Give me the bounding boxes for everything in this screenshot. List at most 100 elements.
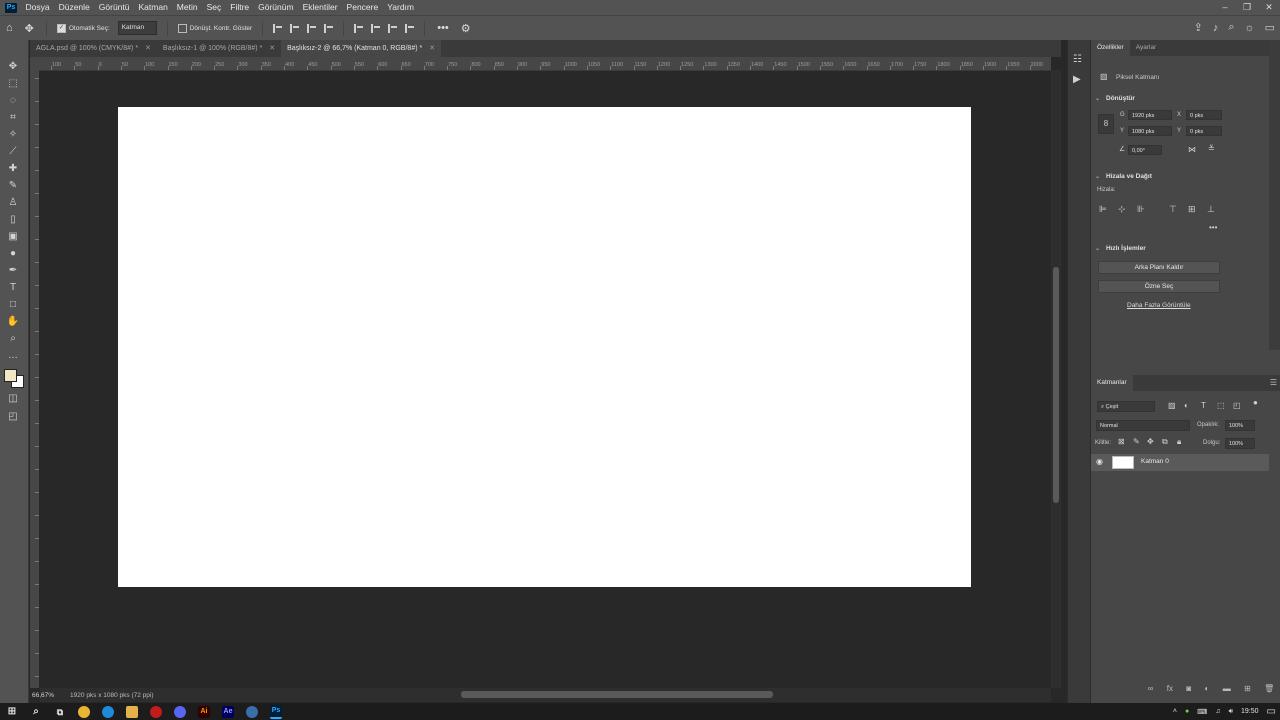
- menu-type[interactable]: Metin: [172, 0, 202, 15]
- panel-menu-icon[interactable]: ☰: [1270, 378, 1277, 387]
- distribute-horizontal-icon[interactable]: [405, 23, 415, 33]
- align-top-icon[interactable]: [354, 23, 364, 33]
- play-action-icon[interactable]: ▶: [1073, 74, 1081, 85]
- notification-icon[interactable]: ▭: [1267, 706, 1276, 717]
- pen-tool-icon[interactable]: ✒: [6, 264, 20, 278]
- zoom-tool-icon[interactable]: ⌕: [6, 332, 20, 346]
- filter-toggle-icon[interactable]: ●: [1253, 398, 1258, 407]
- layer-filter-dropdown[interactable]: ⌕ Çeşit: [1097, 401, 1155, 412]
- move-tool-preset-icon[interactable]: ✥: [25, 22, 34, 35]
- delete-layer-icon[interactable]: 🗑︎: [1264, 684, 1274, 698]
- panel-scrollbar[interactable]: [1269, 40, 1280, 350]
- illustrator-icon[interactable]: Ai: [198, 705, 210, 718]
- chevron-down-icon[interactable]: ⌄: [1095, 245, 1100, 252]
- align-horizontal-center-icon[interactable]: [290, 23, 300, 33]
- gradient-tool-icon[interactable]: ▣: [6, 230, 20, 244]
- fill-field[interactable]: 100%: [1225, 438, 1255, 449]
- flip-horizontal-icon[interactable]: ⋈: [1188, 145, 1196, 154]
- align-horizontal-center-icon[interactable]: ⊹: [1118, 204, 1126, 215]
- bell-icon[interactable]: ♪: [1213, 22, 1219, 34]
- lock-icon[interactable]: 🔒︎: [1177, 437, 1181, 447]
- align-left-icon[interactable]: [273, 23, 283, 33]
- menu-view[interactable]: Görünüm: [254, 0, 298, 15]
- discord-icon[interactable]: [174, 705, 186, 718]
- app-icon[interactable]: [246, 705, 258, 718]
- nvidia-icon[interactable]: ●: [1185, 708, 1189, 715]
- adjustment-filter-icon[interactable]: ◐: [1184, 401, 1189, 410]
- blend-mode-dropdown[interactable]: Normal: [1096, 420, 1190, 431]
- link-icon[interactable]: 8: [1098, 114, 1114, 134]
- remove-background-button[interactable]: Arka Planı Kaldır: [1098, 261, 1220, 274]
- more-tools-icon[interactable]: …: [6, 349, 20, 363]
- smart-object-filter-icon[interactable]: ◰: [1233, 401, 1241, 410]
- hand-tool-icon[interactable]: ✋: [6, 315, 20, 329]
- more-options-icon[interactable]: •••: [437, 22, 449, 34]
- maximize-button[interactable]: ❐: [1236, 0, 1258, 15]
- home-icon[interactable]: ⌂: [6, 22, 13, 34]
- marquee-tool-icon[interactable]: ⬚: [6, 77, 20, 91]
- new-layer-icon[interactable]: ⊞: [1244, 684, 1251, 698]
- history-icon[interactable]: ☷: [1073, 54, 1082, 65]
- task-view-icon[interactable]: ⧉: [54, 706, 66, 718]
- close-icon[interactable]: ✕: [269, 40, 275, 57]
- clock[interactable]: 19:50: [1241, 708, 1259, 715]
- share-icon[interactable]: ⇪: [1194, 21, 1203, 34]
- auto-select-dropdown[interactable]: Katman: [117, 21, 157, 35]
- clone-stamp-tool-icon[interactable]: ♙: [6, 196, 20, 210]
- vertical-scrollbar[interactable]: [1051, 70, 1061, 688]
- align-right-icon[interactable]: ⊪: [1137, 204, 1145, 215]
- layer-row[interactable]: ◉ Katman 0: [1091, 454, 1269, 471]
- rectangle-tool-icon[interactable]: □: [6, 298, 20, 312]
- scroll-thumb[interactable]: [1053, 267, 1059, 503]
- eyedropper-tool-icon[interactable]: ⟋: [6, 145, 20, 159]
- height-field[interactable]: 1080 pks: [1128, 126, 1172, 136]
- menu-window[interactable]: Pencere: [342, 0, 383, 15]
- tab-layers[interactable]: Katmanlar: [1091, 375, 1133, 391]
- opacity-field[interactable]: 100%: [1225, 420, 1255, 431]
- opera-icon[interactable]: [150, 705, 162, 718]
- close-button[interactable]: ✕: [1258, 0, 1280, 15]
- type-filter-icon[interactable]: T: [1201, 401, 1206, 410]
- lock-image-icon[interactable]: ✎: [1133, 437, 1140, 446]
- menu-plugins[interactable]: Eklentiler: [298, 0, 342, 15]
- tab-adjustments[interactable]: Ayarlar: [1130, 40, 1162, 56]
- distribute-vertical-icon[interactable]: [324, 23, 334, 33]
- workspace-icon[interactable]: ▭: [1265, 21, 1275, 34]
- magic-wand-tool-icon[interactable]: ✧: [6, 128, 20, 142]
- chrome-icon[interactable]: [78, 705, 90, 718]
- align-top-icon[interactable]: ⊤: [1169, 204, 1177, 215]
- edge-icon[interactable]: [102, 705, 114, 718]
- menu-help[interactable]: Yardım: [383, 0, 419, 15]
- tab-untitled-1[interactable]: Başlıksız-1 @ 100% (RGB/8#) * ✕: [157, 40, 281, 57]
- menu-edit[interactable]: Düzenle: [54, 0, 94, 15]
- quick-mask-icon[interactable]: ◫: [6, 392, 20, 406]
- show-transform-controls-checkbox[interactable]: Dönüşt. Kontr. Göster: [177, 23, 252, 33]
- align-bottom-icon[interactable]: [388, 23, 398, 33]
- layer-name[interactable]: Katman 0: [1141, 458, 1169, 465]
- align-vertical-center-icon[interactable]: [371, 23, 381, 33]
- more-options-icon[interactable]: •••: [1209, 223, 1217, 232]
- eraser-tool-icon[interactable]: ▯: [6, 213, 20, 227]
- new-group-icon[interactable]: ▬: [1223, 684, 1231, 698]
- add-mask-icon[interactable]: ◙: [1186, 684, 1191, 698]
- document-canvas[interactable]: [118, 107, 971, 587]
- file-explorer-icon[interactable]: [126, 705, 138, 718]
- y-field[interactable]: 0 pks: [1186, 126, 1222, 136]
- after-effects-icon[interactable]: Ae: [222, 705, 234, 718]
- shape-filter-icon[interactable]: ⬚: [1217, 401, 1225, 410]
- menu-filter[interactable]: Filtre: [226, 0, 254, 15]
- microphone-icon[interactable]: ♫: [1215, 708, 1220, 715]
- align-right-icon[interactable]: [307, 23, 317, 33]
- speaker-icon[interactable]: 🔊︎: [1229, 708, 1233, 716]
- select-subject-button[interactable]: Özne Seç: [1098, 280, 1220, 293]
- move-tool-icon[interactable]: ✥: [6, 60, 20, 74]
- lock-position-icon[interactable]: ✥: [1147, 437, 1154, 446]
- network-icon[interactable]: ⌨: [1197, 708, 1207, 716]
- lock-transparent-icon[interactable]: ⊠: [1118, 437, 1125, 446]
- fx-icon[interactable]: fx: [1167, 684, 1173, 698]
- auto-select-checkbox[interactable]: ✓ Otomatik Seç:: [56, 23, 110, 33]
- brush-tool-icon[interactable]: ✎: [6, 179, 20, 193]
- flip-vertical-icon[interactable]: ≚: [1208, 144, 1215, 153]
- color-swatches[interactable]: [4, 367, 24, 389]
- close-icon[interactable]: ✕: [145, 40, 151, 57]
